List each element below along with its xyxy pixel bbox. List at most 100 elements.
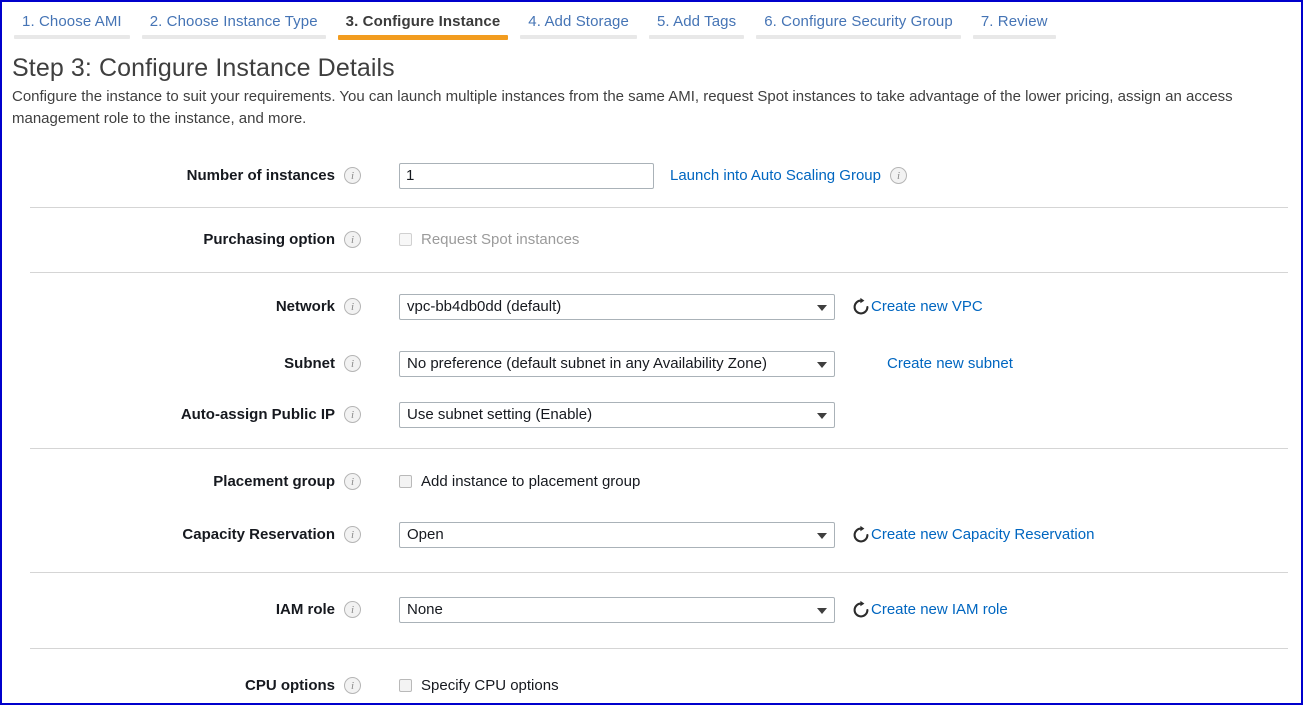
subnet-select-value: No preference (default subnet in any Ava…	[407, 355, 767, 372]
row-cpu-options: CPU options i Specify CPU options	[2, 666, 1301, 703]
form-group-purchasing-option: Purchasing option i Request Spot instanc…	[2, 207, 1301, 272]
form-group-instances: Number of instances i Launch into Auto S…	[2, 144, 1301, 207]
ec2-launch-wizard-page: 1. Choose AMI 2. Choose Instance Type 3.…	[0, 0, 1303, 705]
tab-label: 1. Choose AMI	[22, 13, 122, 30]
iam-role-select[interactable]: None	[399, 596, 835, 623]
label-network: Network	[275, 297, 335, 315]
form-group-iam-role: IAM role i None Create new IAM role	[2, 572, 1301, 648]
auto-assign-public-ip-select[interactable]: Use subnet setting (Enable)	[399, 401, 835, 428]
add-instance-to-placement-group-checkbox[interactable]	[399, 475, 412, 488]
info-icon[interactable]: i	[344, 298, 361, 315]
add-instance-to-placement-group-label: Add instance to placement group	[421, 473, 641, 490]
info-icon[interactable]: i	[344, 677, 361, 694]
number-of-instances-input[interactable]	[399, 162, 654, 189]
tab-configure-instance[interactable]: 3. Configure Instance	[332, 2, 515, 44]
create-new-vpc-link[interactable]: Create new VPC	[871, 298, 983, 315]
tab-configure-security-group[interactable]: 6. Configure Security Group	[750, 2, 967, 44]
label-capacity-reservation: Capacity Reservation	[182, 525, 335, 543]
create-new-subnet-link[interactable]: Create new subnet	[887, 355, 1013, 372]
info-icon[interactable]: i	[344, 601, 361, 618]
field-purchasing-option: Request Spot instances	[399, 231, 579, 248]
tab-label: 5. Add Tags	[656, 13, 737, 30]
row-number-of-instances: Number of instances i Launch into Auto S…	[2, 156, 1301, 195]
tab-underline-active	[337, 35, 509, 40]
form-group-placement: Placement group i Add instance to placem…	[2, 448, 1301, 572]
tab-label: 7. Review	[980, 13, 1048, 30]
label-number-of-instances: Number of instances	[186, 166, 335, 184]
tab-underline	[972, 35, 1056, 39]
capacity-reservation-select-value: Open	[407, 526, 444, 543]
info-icon[interactable]: i	[344, 526, 361, 543]
chevron-down-icon	[817, 532, 827, 539]
row-network: Network i vpc-bb4db0dd (default) Create …	[2, 287, 1301, 326]
field-subnet: No preference (default subnet in any Ava…	[399, 350, 1013, 377]
configure-instance-form: Number of instances i Launch into Auto S…	[2, 144, 1301, 703]
tab-label: 2. Choose Instance Type	[149, 13, 318, 30]
tab-choose-instance-type[interactable]: 2. Choose Instance Type	[136, 2, 332, 44]
tab-add-storage[interactable]: 4. Add Storage	[514, 2, 643, 44]
field-capacity-reservation: Open Create new Capacity Reservation	[399, 521, 1094, 548]
info-icon[interactable]: i	[344, 473, 361, 490]
label-iam-role: IAM role	[275, 600, 335, 618]
chevron-down-icon	[817, 304, 827, 311]
network-select-value: vpc-bb4db0dd (default)	[407, 298, 562, 315]
chevron-down-icon	[817, 607, 827, 614]
capacity-reservation-select[interactable]: Open	[399, 521, 835, 548]
tab-add-tags[interactable]: 5. Add Tags	[643, 2, 750, 44]
row-placement-group: Placement group i Add instance to placem…	[2, 462, 1301, 501]
refresh-icon[interactable]	[851, 600, 871, 620]
field-cpu-options: Specify CPU options	[399, 677, 559, 694]
request-spot-instances-label: Request Spot instances	[421, 231, 580, 248]
label-purchasing-option: Purchasing option	[203, 230, 335, 248]
tab-underline	[520, 35, 637, 39]
auto-assign-public-ip-select-value: Use subnet setting (Enable)	[407, 406, 593, 423]
form-group-cpu-options: CPU options i Specify CPU options	[2, 648, 1301, 703]
info-icon[interactable]: i	[344, 355, 361, 372]
form-group-network: Network i vpc-bb4db0dd (default) Create …	[2, 272, 1301, 448]
field-number-of-instances: Launch into Auto Scaling Group i	[399, 162, 907, 189]
step-header: Step 3: Configure Instance Details Confi…	[2, 44, 1301, 130]
chevron-down-icon	[817, 361, 827, 368]
tab-label: 6. Configure Security Group	[764, 13, 953, 30]
label-cpu-options: CPU options	[245, 676, 335, 694]
page-title: Step 3: Configure Instance Details	[12, 54, 395, 82]
tab-label: 4. Add Storage	[528, 13, 629, 30]
specify-cpu-options-checkbox[interactable]	[399, 679, 412, 692]
info-icon[interactable]: i	[889, 167, 907, 184]
label-auto-assign-public-ip: Auto-assign Public IP	[180, 405, 335, 423]
refresh-icon[interactable]	[851, 525, 871, 545]
wizard-tab-bar: 1. Choose AMI 2. Choose Instance Type 3.…	[2, 2, 1301, 44]
create-new-capacity-reservation-link[interactable]: Create new Capacity Reservation	[871, 526, 1094, 543]
subnet-select[interactable]: No preference (default subnet in any Ava…	[399, 350, 835, 377]
field-placement-group: Add instance to placement group	[399, 473, 640, 490]
network-select[interactable]: vpc-bb4db0dd (default)	[399, 293, 835, 320]
iam-role-select-value: None	[407, 601, 443, 618]
row-auto-assign-public-ip: Auto-assign Public IP i Use subnet setti…	[2, 395, 1301, 434]
request-spot-instances-checkbox[interactable]	[399, 233, 412, 246]
tab-review[interactable]: 7. Review	[967, 2, 1062, 44]
info-icon[interactable]: i	[344, 231, 361, 248]
field-network: vpc-bb4db0dd (default) Create new VPC	[399, 293, 983, 320]
launch-into-auto-scaling-group-link[interactable]: Launch into Auto Scaling Group	[670, 167, 881, 184]
page-description: Configure the instance to suit your requ…	[12, 88, 1233, 127]
row-capacity-reservation: Capacity Reservation i Open Create new C…	[2, 515, 1301, 554]
create-new-iam-role-link[interactable]: Create new IAM role	[871, 601, 1008, 618]
label-placement-group: Placement group	[213, 472, 335, 490]
info-icon[interactable]: i	[344, 167, 361, 184]
info-icon[interactable]: i	[344, 406, 361, 423]
row-subnet: Subnet i No preference (default subnet i…	[2, 344, 1301, 383]
specify-cpu-options-label: Specify CPU options	[421, 677, 559, 694]
field-auto-assign-public-ip: Use subnet setting (Enable)	[399, 401, 835, 428]
label-subnet: Subnet	[284, 354, 335, 372]
specify-cpu-options-checkbox-row[interactable]: Specify CPU options	[399, 677, 559, 694]
request-spot-instances-checkbox-row[interactable]: Request Spot instances	[399, 231, 579, 248]
tab-choose-ami[interactable]: 1. Choose AMI	[8, 2, 136, 44]
refresh-icon[interactable]	[851, 297, 871, 317]
chevron-down-icon	[817, 412, 827, 419]
add-instance-to-placement-group-checkbox-row[interactable]: Add instance to placement group	[399, 473, 640, 490]
tab-underline	[141, 35, 326, 39]
tab-label: 3. Configure Instance	[345, 13, 501, 30]
